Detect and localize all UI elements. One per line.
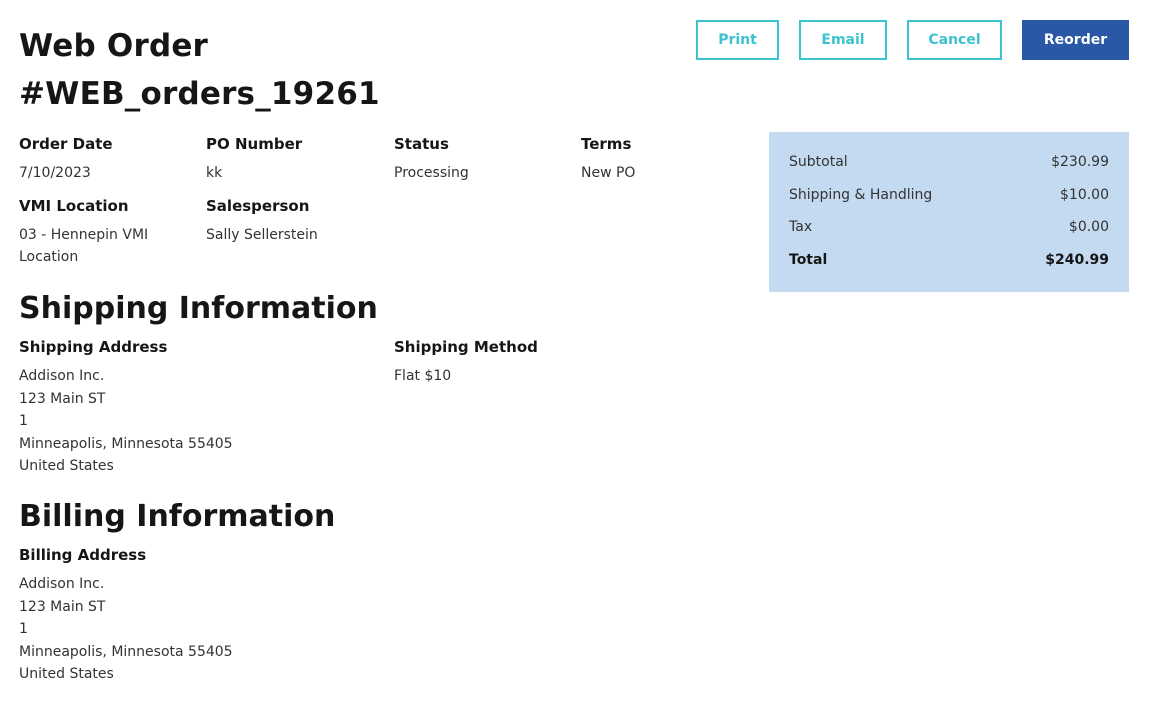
status-value: Processing — [394, 165, 469, 181]
status-field: Status Processing — [394, 134, 564, 184]
shipping-address-line: Addison Inc. — [19, 368, 105, 384]
billing-address-line: 1 — [19, 621, 28, 637]
page-title-order-number: #WEB_orders_19261 — [19, 76, 380, 112]
shipping-address-field: Shipping Address Addison Inc. 123 Main S… — [19, 337, 349, 478]
shipping-method-label: Shipping Method — [394, 338, 538, 356]
billing-address-line: United States — [19, 666, 114, 682]
reorder-button[interactable]: Reorder — [1022, 20, 1129, 60]
order-actions: Print Email Cancel Reorder — [0, 20, 1167, 60]
billing-address-label: Billing Address — [19, 546, 147, 564]
vmi-location-field: VMI Location 03 - Hennepin VMI Location — [19, 196, 169, 268]
billing-address-lines: Addison Inc. 123 Main ST 1 Minneapolis, … — [19, 573, 349, 686]
terms-value: New PO — [581, 165, 636, 181]
subtotal-value: $230.99 — [1051, 154, 1109, 170]
total-label: Total — [789, 251, 828, 268]
summary-row-subtotal: Subtotal $230.99 — [789, 151, 1109, 184]
shipping-address-line: 123 Main ST — [19, 390, 106, 407]
tax-value: $0.00 — [1068, 219, 1109, 235]
summary-row-shipping: Shipping & Handling $10.00 — [789, 184, 1109, 217]
billing-address-line: Minneapolis, Minnesota 55405 — [19, 643, 233, 660]
shipping-information-heading: Shipping Information — [19, 291, 378, 326]
vmi-location-value: 03 - Hennepin VMI Location — [19, 227, 149, 265]
billing-address-line: Addison Inc. — [19, 576, 105, 592]
order-date-value: 7/10/2023 — [19, 165, 91, 181]
vmi-location-label: VMI Location — [19, 197, 129, 215]
total-value: $240.99 — [1045, 251, 1109, 268]
tax-label: Tax — [789, 219, 813, 235]
print-button[interactable]: Print — [696, 20, 779, 60]
billing-address-field: Billing Address Addison Inc. 123 Main ST… — [19, 545, 349, 686]
cancel-button[interactable]: Cancel — [907, 20, 1002, 60]
po-number-field: PO Number kk — [206, 134, 376, 184]
shipping-method-field: Shipping Method Flat $10 — [394, 337, 694, 387]
billing-information-heading: Billing Information — [19, 499, 336, 534]
terms-label: Terms — [581, 135, 632, 153]
salesperson-field: Salesperson Sally Sellerstein — [206, 196, 376, 246]
shipping-method-value: Flat $10 — [394, 368, 452, 384]
shipping-address-label: Shipping Address — [19, 338, 168, 356]
subtotal-label: Subtotal — [789, 154, 848, 170]
shipping-address-line: United States — [19, 458, 114, 474]
shipping-address-lines: Addison Inc. 123 Main ST 1 Minneapolis, … — [19, 365, 349, 478]
shipping-address-line: Minneapolis, Minnesota 55405 — [19, 435, 233, 452]
billing-address-line: 123 Main ST — [19, 598, 106, 615]
status-label: Status — [394, 135, 449, 153]
email-button[interactable]: Email — [799, 20, 887, 60]
salesperson-label: Salesperson — [206, 197, 310, 215]
shipping-handling-label: Shipping & Handling — [789, 186, 933, 203]
po-number-label: PO Number — [206, 135, 303, 153]
summary-row-tax: Tax $0.00 — [789, 216, 1109, 249]
shipping-handling-value: $10.00 — [1060, 186, 1109, 203]
order-date-field: Order Date 7/10/2023 — [19, 134, 189, 184]
shipping-address-line: 1 — [19, 413, 28, 429]
terms-field: Terms New PO — [581, 134, 751, 184]
order-date-label: Order Date — [19, 135, 113, 153]
order-summary: Subtotal $230.99 Shipping & Handling $10… — [769, 132, 1129, 292]
po-number-value: kk — [206, 165, 223, 181]
salesperson-value: Sally Sellerstein — [206, 227, 318, 243]
summary-row-total: Total $240.99 — [789, 249, 1109, 282]
